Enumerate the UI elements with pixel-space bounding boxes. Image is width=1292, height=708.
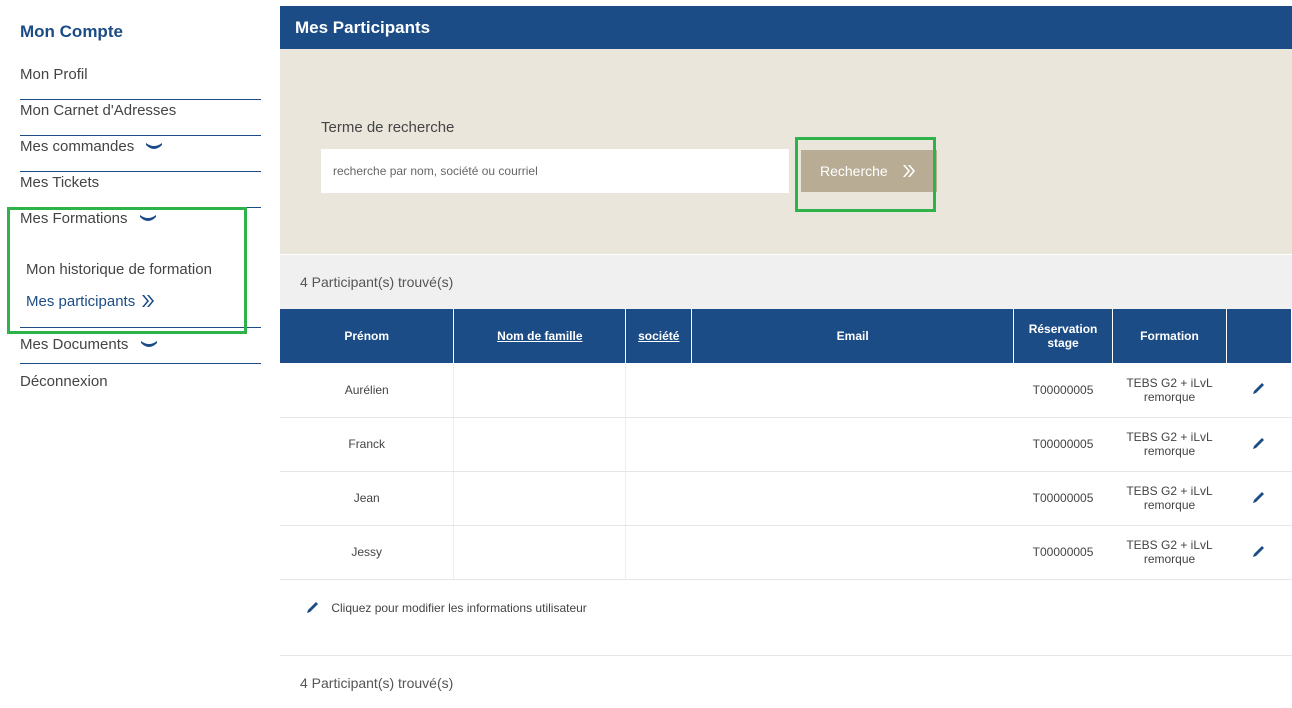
participants-table: Prénom Nom de famille société Email Rése…	[280, 309, 1292, 580]
table-row: Jessy T00000005 TEBS G2 + iLvL remorque	[280, 525, 1292, 580]
cell-edit[interactable]	[1226, 525, 1292, 580]
pencil-icon	[307, 602, 318, 613]
cell-prenom: Aurélien	[280, 363, 455, 418]
sidebar-item-deconnexion[interactable]: Déconnexion	[20, 371, 261, 407]
results-count-bar-bottom: 4 Participant(s) trouvé(s)	[280, 655, 1292, 708]
column-header-prenom: Prénom	[280, 309, 455, 363]
column-header-edit	[1226, 309, 1292, 363]
pencil-icon[interactable]	[1252, 381, 1266, 395]
chevron-down-icon	[140, 341, 157, 348]
sidebar-item-label: Mon Profil	[20, 66, 88, 83]
cell-prenom: Franck	[280, 417, 455, 472]
cell-prenom: Jean	[280, 471, 455, 526]
search-panel: Terme de recherche Recherche	[280, 49, 1292, 254]
cell-email	[691, 471, 1014, 526]
cell-prenom: Jessy	[280, 525, 455, 580]
sidebar-item-mes-documents[interactable]: Mes Documents	[20, 334, 261, 364]
sidebar-item-label: Mes Tickets	[20, 174, 100, 191]
cell-formation: TEBS G2 + iLvL remorque	[1112, 363, 1227, 418]
column-header-societe[interactable]: société	[625, 309, 693, 363]
sidebar-title: Mon Compte	[20, 22, 123, 41]
table-row: Aurélien T00000005 TEBS G2 + iLvL remorq…	[280, 363, 1292, 418]
cell-email	[691, 363, 1014, 418]
sidebar-item-carnet-adresses[interactable]: Mon Carnet d'Adresses	[20, 100, 261, 136]
pencil-icon[interactable]	[1252, 490, 1266, 504]
search-input[interactable]	[321, 149, 789, 193]
cell-reservation: T00000005	[1013, 417, 1113, 472]
table-row: Jean T00000005 TEBS G2 + iLvL remorque	[280, 471, 1292, 526]
page-header: Mes Participants	[280, 6, 1292, 49]
sidebar-item-mes-commandes[interactable]: Mes commandes	[20, 136, 261, 172]
cell-societe	[625, 417, 692, 472]
results-count-bar: 4 Participant(s) trouvé(s)	[280, 255, 1292, 309]
column-header-reservation: Réservation stage	[1013, 309, 1114, 363]
cell-nom	[453, 417, 627, 472]
table-row: Franck T00000005 TEBS G2 + iLvL remorque	[280, 417, 1292, 472]
sidebar-item-mes-tickets[interactable]: Mes Tickets	[20, 172, 261, 208]
table-header-row: Prénom Nom de famille société Email Rése…	[280, 309, 1292, 363]
results-count: 4 Participant(s) trouvé(s)	[300, 274, 454, 290]
cell-reservation: T00000005	[1013, 363, 1113, 418]
cell-nom	[453, 471, 627, 526]
cell-email	[691, 525, 1014, 580]
pencil-icon[interactable]	[1252, 436, 1266, 450]
cell-email	[691, 417, 1014, 472]
cell-societe	[625, 471, 692, 526]
cell-societe	[625, 525, 692, 580]
cell-edit[interactable]	[1226, 417, 1292, 472]
cell-edit[interactable]	[1226, 471, 1292, 526]
search-label: Terme de recherche	[321, 119, 455, 136]
page-title: Mes Participants	[295, 18, 431, 37]
chevron-down-icon	[146, 143, 163, 150]
cell-formation: TEBS G2 + iLvL remorque	[1112, 471, 1227, 526]
column-header-email: Email	[691, 309, 1015, 363]
column-header-nom[interactable]: Nom de famille	[453, 309, 627, 363]
pencil-icon[interactable]	[1252, 544, 1266, 558]
results-count: 4 Participant(s) trouvé(s)	[300, 675, 454, 691]
highlight-box-search	[795, 137, 936, 212]
cell-societe	[625, 363, 692, 418]
column-header-formation: Formation	[1112, 309, 1227, 363]
sidebar-item-label: Mes commandes	[20, 138, 135, 155]
sidebar-item-label: Mon Carnet d'Adresses	[20, 102, 177, 119]
cell-formation: TEBS G2 + iLvL remorque	[1112, 417, 1227, 472]
edit-hint: Cliquez pour modifier les informations u…	[306, 600, 587, 615]
cell-nom	[453, 363, 627, 418]
sidebar-item-label: Mes Documents	[20, 336, 129, 353]
cell-reservation: T00000005	[1013, 471, 1113, 526]
cell-edit[interactable]	[1226, 363, 1292, 418]
cell-nom	[453, 525, 627, 580]
highlight-box-formations	[7, 207, 247, 334]
sidebar-item-label: Déconnexion	[20, 373, 108, 390]
edit-hint-text: Cliquez pour modifier les informations u…	[331, 601, 587, 615]
cell-formation: TEBS G2 + iLvL remorque	[1112, 525, 1227, 580]
sidebar-item-mon-profil[interactable]: Mon Profil	[20, 64, 261, 100]
cell-reservation: T00000005	[1013, 525, 1113, 580]
